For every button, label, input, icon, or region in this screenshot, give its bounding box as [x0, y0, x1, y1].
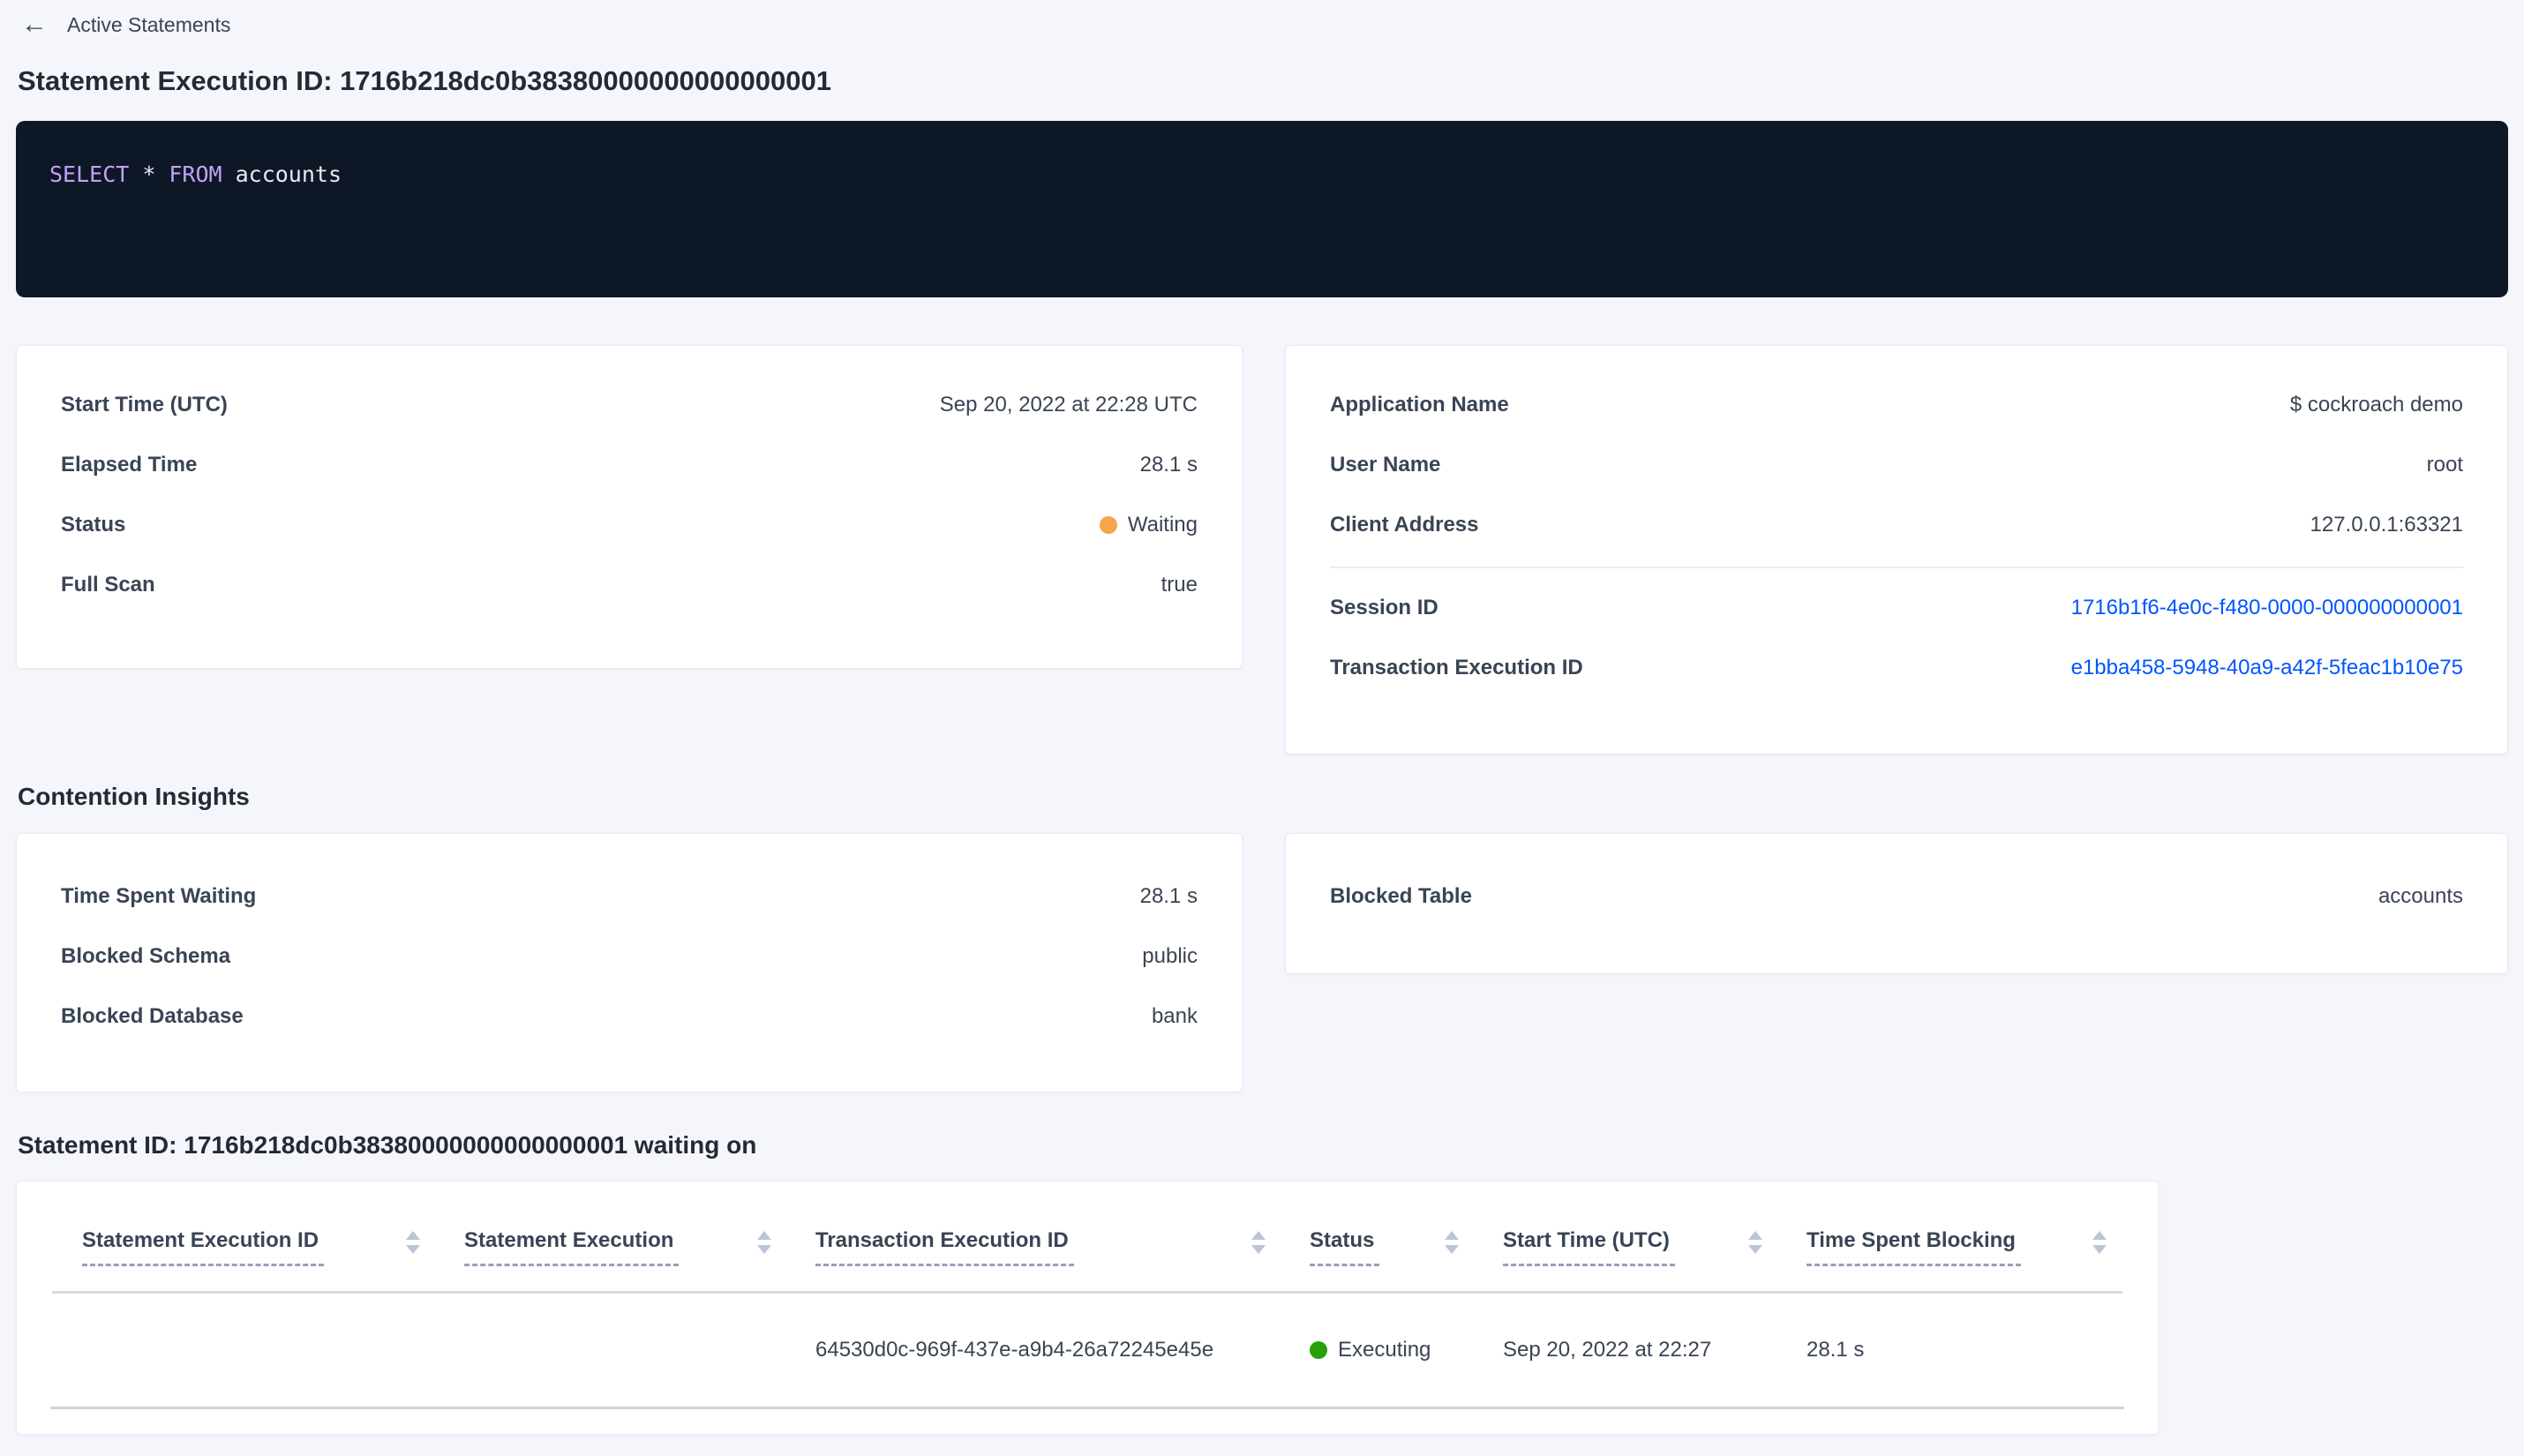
- status-text: Waiting: [1127, 513, 1198, 537]
- column-header-statement-execution[interactable]: Statement Execution: [464, 1228, 815, 1266]
- status-label: Status: [61, 513, 126, 537]
- sql-statement-box: SELECT * FROM accounts: [16, 121, 2508, 297]
- time-spent-waiting-row: Time Spent Waiting 28.1 s: [61, 883, 1198, 910]
- card-divider: [1330, 567, 2463, 568]
- application-name-row: Application Name $ cockroach demo: [1330, 392, 2463, 418]
- waiting-on-heading: Statement ID: 1716b218dc0b38380000000000…: [18, 1131, 757, 1159]
- sql-keyword-from: FROM: [169, 161, 222, 187]
- executing-status-dot-icon: [1310, 1341, 1327, 1359]
- blocked-schema-value: public: [1142, 944, 1198, 968]
- cell-status-text: Executing: [1338, 1338, 1431, 1362]
- column-header-label: Status: [1310, 1228, 1380, 1266]
- full-scan-value: true: [1161, 573, 1198, 597]
- session-id-label: Session ID: [1330, 596, 1439, 619]
- column-header-label: Start Time (UTC): [1503, 1228, 1675, 1266]
- sort-arrows-icon: [2092, 1231, 2107, 1254]
- column-header-time-spent-blocking[interactable]: Time Spent Blocking: [1807, 1228, 2122, 1266]
- breadcrumb-back-link[interactable]: ← Active Statements: [21, 11, 230, 39]
- blocked-database-label: Blocked Database: [61, 1004, 244, 1028]
- user-name-row: User Name root: [1330, 452, 2463, 478]
- blocked-database-row: Blocked Database bank: [61, 1003, 1198, 1030]
- column-header-transaction-execution-id[interactable]: Transaction Execution ID: [815, 1228, 1310, 1266]
- transaction-execution-id-link[interactable]: e1bba458-5948-40a9-a42f-5feac1b10e75: [2071, 656, 2463, 680]
- sort-arrows-icon: [1445, 1231, 1459, 1254]
- elapsed-time-row: Elapsed Time 28.1 s: [61, 452, 1198, 478]
- column-header-label: Time Spent Blocking: [1807, 1228, 2021, 1266]
- time-spent-waiting-value: 28.1 s: [1139, 884, 1198, 908]
- elapsed-time-value: 28.1 s: [1139, 453, 1198, 477]
- column-header-status[interactable]: Status: [1310, 1228, 1503, 1266]
- start-time-label: Start Time (UTC): [61, 393, 228, 417]
- transaction-execution-id-label: Transaction Execution ID: [1330, 656, 1583, 679]
- status-row: Status Waiting: [61, 512, 1198, 538]
- table-bottom-divider: [50, 1407, 2124, 1409]
- sql-star-operator: *: [142, 161, 156, 187]
- client-address-row: Client Address 127.0.0.1:63321: [1330, 512, 2463, 538]
- column-header-label: Statement Execution ID: [82, 1228, 325, 1266]
- blocked-database-value: bank: [1151, 1004, 1198, 1028]
- cell-transaction-execution-id: 64530d0c-969f-437e-a9b4-26a72245e45e: [815, 1338, 1214, 1362]
- application-name-value: $ cockroach demo: [2289, 393, 2463, 417]
- waiting-status-dot-icon: [1099, 516, 1117, 534]
- full-scan-label: Full Scan: [61, 573, 155, 597]
- execution-overview-card: Start Time (UTC) Sep 20, 2022 at 22:28 U…: [16, 345, 1243, 669]
- session-id-link[interactable]: 1716b1f6-4e0c-f480-0000-000000000001: [2071, 596, 2463, 620]
- blocked-schema-label: Blocked Schema: [61, 944, 231, 968]
- blocked-table-value: accounts: [2378, 884, 2463, 908]
- user-name-label: User Name: [1330, 453, 1441, 477]
- contention-insights-heading: Contention Insights: [18, 783, 250, 810]
- table-row: 64530d0c-969f-437e-a9b4-26a72245e45e Exe…: [17, 1294, 2158, 1407]
- sort-arrows-icon: [1748, 1231, 1762, 1254]
- transaction-execution-id-row: Transaction Execution ID e1bba458-5948-4…: [1330, 655, 2463, 681]
- start-time-row: Start Time (UTC) Sep 20, 2022 at 22:28 U…: [61, 392, 1198, 418]
- application-name-label: Application Name: [1330, 393, 1509, 417]
- column-header-start-time[interactable]: Start Time (UTC): [1503, 1228, 1807, 1266]
- cell-time-spent-blocking: 28.1 s: [1807, 1338, 1865, 1362]
- sql-table-identifier: accounts: [235, 161, 342, 187]
- start-time-value: Sep 20, 2022 at 22:28 UTC: [939, 393, 1198, 417]
- statement-execution-details-page: ← Active Statements Statement Execution …: [0, 0, 2524, 1456]
- arrow-left-icon: ←: [21, 10, 48, 39]
- contention-waiting-card: Time Spent Waiting 28.1 s Blocked Schema…: [16, 833, 1243, 1092]
- waiting-on-table: Statement Execution ID Statement Executi…: [16, 1181, 2159, 1435]
- client-address-label: Client Address: [1330, 513, 1479, 537]
- sort-arrows-icon: [757, 1231, 771, 1254]
- column-header-label: Transaction Execution ID: [815, 1228, 1074, 1266]
- blocked-table-label: Blocked Table: [1330, 884, 1472, 908]
- contention-cards-row: Time Spent Waiting 28.1 s Blocked Schema…: [16, 833, 2508, 1092]
- sort-arrows-icon: [1251, 1231, 1266, 1254]
- blocked-schema-row: Blocked Schema public: [61, 943, 1198, 970]
- full-scan-row: Full Scan true: [61, 572, 1198, 598]
- session-overview-card: Application Name $ cockroach demo User N…: [1285, 345, 2508, 754]
- client-address-value: 127.0.0.1:63321: [2310, 513, 2464, 537]
- page-title: Statement Execution ID: 1716b218dc0b3838…: [18, 65, 831, 96]
- cell-status: Executing: [1310, 1338, 1503, 1362]
- breadcrumb-label: Active Statements: [67, 12, 231, 36]
- sql-statement-text: SELECT * FROM accounts: [49, 161, 2473, 187]
- cell-start-time: Sep 20, 2022 at 22:27: [1503, 1338, 1712, 1362]
- overview-cards-row: Start Time (UTC) Sep 20, 2022 at 22:28 U…: [16, 345, 2508, 754]
- time-spent-waiting-label: Time Spent Waiting: [61, 884, 257, 908]
- contention-blocked-table-card: Blocked Table accounts: [1285, 833, 2508, 974]
- column-header-label: Statement Execution: [464, 1228, 680, 1266]
- column-header-statement-execution-id[interactable]: Statement Execution ID: [82, 1228, 464, 1266]
- session-id-row: Session ID 1716b1f6-4e0c-f480-0000-00000…: [1330, 595, 2463, 621]
- user-name-value: root: [2426, 453, 2463, 477]
- sql-keyword-select: SELECT: [49, 161, 130, 187]
- elapsed-time-label: Elapsed Time: [61, 453, 198, 477]
- status-value: Waiting: [1099, 513, 1198, 537]
- sort-arrows-icon: [406, 1231, 420, 1254]
- table-header-row: Statement Execution ID Statement Executi…: [17, 1182, 2158, 1266]
- blocked-table-row: Blocked Table accounts: [1330, 883, 2463, 910]
